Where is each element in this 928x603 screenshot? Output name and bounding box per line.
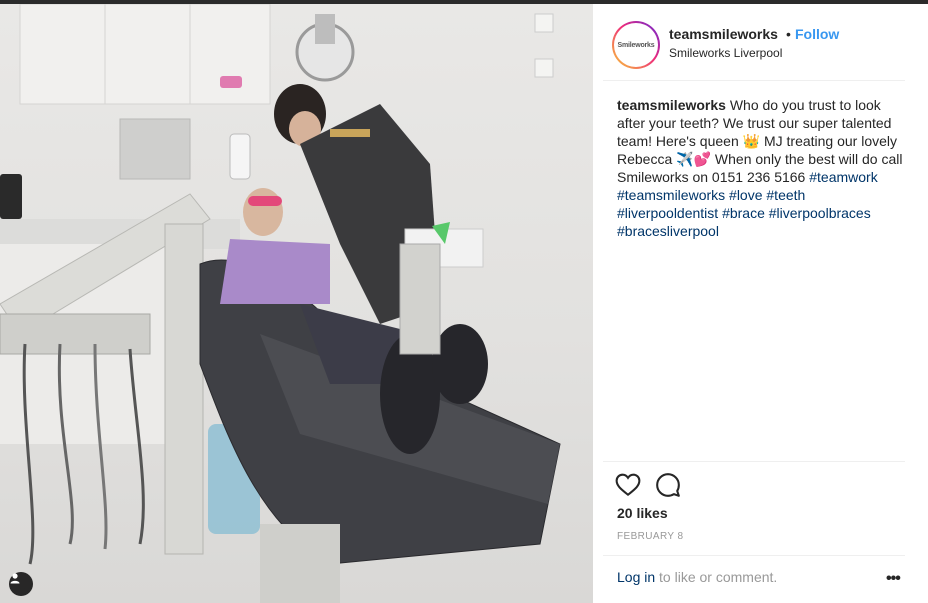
hashtag-link[interactable]: #teeth	[766, 187, 805, 203]
header-divider	[603, 80, 905, 81]
hashtag-link[interactable]: #brace	[722, 205, 765, 221]
hashtag-link[interactable]: #liverpoolbraces	[769, 205, 871, 221]
follow-button[interactable]: Follow	[795, 26, 839, 42]
plane-heart-emoji: ✈️💕	[676, 151, 712, 167]
user-tag-button[interactable]	[9, 572, 33, 596]
heart-icon	[615, 473, 641, 497]
comment-icon	[656, 473, 680, 497]
dental-treatment-illustration	[0, 4, 561, 603]
login-suffix: to like or comment.	[655, 569, 778, 585]
post-sidebar: Smileworks teamsmileworks • Follow Smile…	[593, 4, 928, 603]
like-button[interactable]	[615, 472, 643, 500]
hashtag-link[interactable]: #bracesliverpool	[617, 223, 719, 239]
avatar-logo: Smileworks	[617, 41, 655, 49]
footer-divider	[603, 555, 905, 556]
hashtag-link[interactable]: #love	[729, 187, 762, 203]
likes-count[interactable]: 20 likes	[617, 505, 668, 521]
post-caption: teamsmileworks Who do you trust to look …	[617, 96, 909, 240]
actions-divider	[603, 461, 905, 462]
location-link[interactable]: Smileworks Liverpool	[669, 46, 782, 60]
hashtag-link[interactable]: #teamwork	[809, 169, 877, 185]
login-link[interactable]: Log in	[617, 569, 655, 585]
avatar[interactable]: Smileworks	[612, 21, 660, 69]
username-link[interactable]: teamsmileworks	[669, 26, 778, 42]
post-date[interactable]: FEBRUARY 8	[617, 531, 683, 542]
hashtag-link[interactable]: #liverpooldentist	[617, 205, 718, 221]
comment-button[interactable]	[655, 472, 683, 500]
more-options-button[interactable]: •••	[886, 570, 901, 588]
post-header: Smileworks teamsmileworks • Follow Smile…	[593, 4, 928, 80]
crown-emoji: 👑	[742, 133, 761, 149]
caption-username[interactable]: teamsmileworks	[617, 97, 726, 113]
separator-dot: •	[786, 26, 791, 42]
login-prompt: Log in to like or comment.	[617, 569, 777, 585]
user-tag-icon	[10, 573, 20, 584]
post-photo[interactable]	[0, 4, 593, 603]
hashtag-link[interactable]: #teamsmileworks	[617, 187, 725, 203]
avatar-inner: Smileworks	[614, 23, 658, 67]
